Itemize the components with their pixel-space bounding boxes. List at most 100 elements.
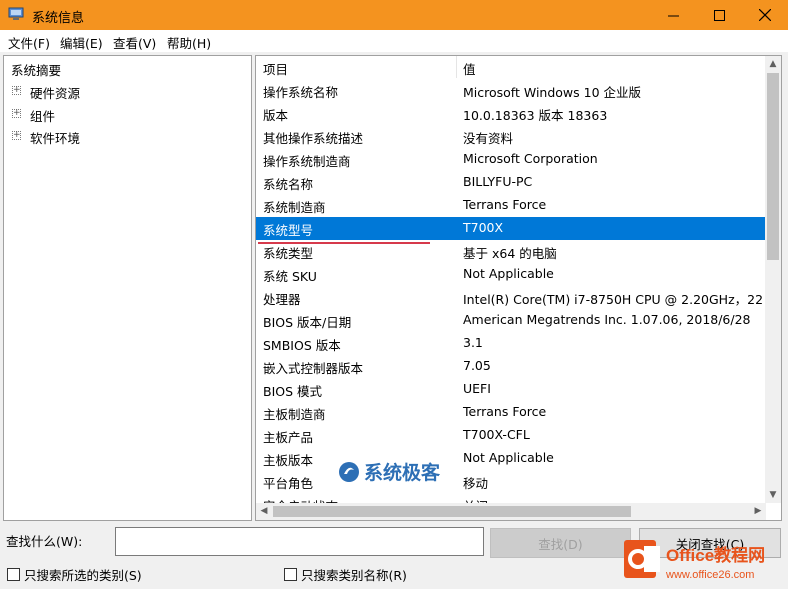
scroll-left-icon[interactable]: ◀: [256, 503, 272, 519]
title-bar: 系统信息: [0, 0, 788, 30]
watermark-brand-text: Office教程网: [666, 545, 765, 565]
table-row[interactable]: 操作系统制造商 Microsoft Corporation: [256, 148, 766, 171]
menu-bar: 文件(F) 编辑(E) 查看(V) 帮助(H): [0, 30, 788, 52]
row-item-cell: BIOS 版本/日期: [263, 315, 352, 330]
row-item-cell: 处理器: [263, 292, 301, 307]
tree-item-label: 组件: [30, 109, 56, 124]
row-item-cell: 主板版本: [263, 453, 314, 468]
row-item-cell: 系统 SKU: [263, 269, 317, 284]
only-selected-label: 只搜索所选的类别(S): [24, 568, 142, 583]
only-names-label: 只搜索类别名称(R): [301, 568, 407, 583]
row-value-cell: 10.0.18363 版本 18363: [463, 108, 608, 123]
find-input[interactable]: [115, 527, 484, 556]
row-item-cell: 版本: [263, 108, 289, 123]
table-row[interactable]: SMBIOS 版本 3.1: [256, 332, 766, 355]
row-value-cell: 基于 x64 的电脑: [463, 246, 557, 261]
category-tree[interactable]: 系统摘要 + 硬件资源 + 组件 + 软件环境: [3, 55, 252, 521]
table-row[interactable]: 主板版本 Not Applicable: [256, 447, 766, 470]
table-row[interactable]: BIOS 模式 UEFI: [256, 378, 766, 401]
expand-icon[interactable]: +: [12, 86, 21, 95]
table-row[interactable]: 主板制造商 Terrans Force: [256, 401, 766, 424]
row-item-cell: 系统型号: [263, 223, 314, 238]
only-names-checkbox[interactable]: [284, 568, 297, 581]
row-item-cell: 主板制造商: [263, 407, 326, 422]
row-item-cell: 平台角色: [263, 476, 314, 491]
scroll-down-icon[interactable]: ▼: [765, 487, 781, 503]
close-button[interactable]: [742, 0, 788, 30]
watermark-url-text: www.office26.com: [665, 569, 754, 581]
row-item-cell: 系统名称: [263, 177, 314, 192]
column-divider[interactable]: [456, 56, 457, 78]
scroll-up-icon[interactable]: ▲: [765, 56, 781, 72]
row-item-cell: SMBIOS 版本: [263, 338, 341, 353]
menu-view[interactable]: 查看(V): [113, 33, 156, 52]
row-value-cell: 3.1: [463, 335, 483, 350]
table-row[interactable]: 系统名称 BILLYFU-PC: [256, 171, 766, 194]
expand-icon[interactable]: +: [12, 109, 21, 118]
expand-icon[interactable]: +: [12, 131, 21, 140]
column-header-item[interactable]: 项目: [263, 59, 288, 78]
highlight-underline: [258, 242, 430, 244]
table-row[interactable]: 平台角色 移动: [256, 470, 766, 493]
row-item-cell: BIOS 模式: [263, 384, 323, 399]
row-value-cell: Terrans Force: [463, 197, 547, 212]
row-value-cell: T700X: [463, 220, 504, 235]
system-info-icon: [8, 7, 24, 20]
row-value-cell: 移动: [463, 476, 489, 491]
tree-item-label: 软件环境: [30, 131, 81, 146]
row-value-cell: Not Applicable: [463, 450, 554, 465]
window-title: 系统信息: [32, 11, 85, 26]
horizontal-scroll-thumb[interactable]: [273, 506, 631, 517]
row-value-cell: BILLYFU-PC: [463, 174, 533, 189]
find-label: 查找什么(W):: [6, 534, 83, 549]
watermark-logo-icon: [339, 461, 359, 482]
table-row[interactable]: 版本 10.0.18363 版本 18363: [256, 102, 766, 125]
table-row[interactable]: 其他操作系统描述 没有资料: [256, 125, 766, 148]
table-row[interactable]: 操作系统名称 Microsoft Windows 10 企业版: [256, 79, 766, 102]
table-row[interactable]: 系统型号 T700X: [256, 217, 766, 240]
row-value-cell: 7.05: [463, 358, 491, 373]
row-item-cell: 操作系统制造商: [263, 154, 351, 169]
scroll-right-icon[interactable]: ▶: [750, 503, 766, 519]
menu-file[interactable]: 文件(F): [8, 33, 50, 52]
office-watermark-logo: Office教程网 www.office26.com: [624, 540, 765, 581]
watermark-center-text: 系统极客: [364, 462, 441, 484]
minimize-button[interactable]: [650, 0, 696, 30]
menu-help[interactable]: 帮助(H): [167, 33, 211, 52]
row-item-cell: 主板产品: [263, 430, 314, 445]
row-value-cell: American Megatrends Inc. 1.07.06, 2018/6…: [463, 312, 751, 327]
maximize-button[interactable]: [696, 0, 742, 30]
row-value-cell: 没有资料: [463, 131, 514, 146]
menu-edit[interactable]: 编辑(E): [60, 33, 103, 52]
tree-item-system-summary[interactable]: 系统摘要: [11, 60, 61, 79]
only-selected-checkbox[interactable]: [7, 568, 20, 581]
row-value-cell: Microsoft Corporation: [463, 151, 598, 166]
table-row[interactable]: 嵌入式控制器版本 7.05: [256, 355, 766, 378]
row-value-cell: Intel(R) Core(TM) i7-8750H CPU @ 2.20GHz…: [463, 292, 764, 307]
row-item-cell: 系统制造商: [263, 200, 326, 215]
row-value-cell: Microsoft Windows 10 企业版: [463, 85, 642, 100]
row-item-cell: 系统类型: [263, 246, 314, 261]
row-item-cell: 操作系统名称: [263, 85, 339, 100]
only-selected-checkbox-row[interactable]: 只搜索所选的类别(S): [7, 565, 142, 584]
find-button[interactable]: 查找(D): [490, 528, 631, 558]
find-button-label: 查找(D): [538, 536, 583, 552]
watermark-center: 系统极客: [338, 458, 440, 485]
close-icon: [759, 9, 771, 21]
only-names-checkbox-row[interactable]: 只搜索类别名称(R): [284, 565, 407, 584]
horizontal-scrollbar[interactable]: ◀ ▶: [256, 503, 766, 520]
table-row[interactable]: BIOS 版本/日期 American Megatrends Inc. 1.07.…: [256, 309, 766, 332]
table-row[interactable]: 系统 SKU Not Applicable: [256, 263, 766, 286]
row-item-cell: 嵌入式控制器版本: [263, 361, 364, 376]
vertical-scroll-thumb[interactable]: [767, 73, 779, 260]
row-value-cell: T700X-CFL: [463, 427, 530, 442]
table-row[interactable]: 系统制造商 Terrans Force: [256, 194, 766, 217]
table-row[interactable]: 处理器 Intel(R) Core(TM) i7-8750H CPU @ 2.20…: [256, 286, 766, 309]
details-list[interactable]: 项目 值 操作系统名称 Microsoft Windows 10 企业版版本 10.…: [255, 55, 782, 521]
tree-item-label: 硬件资源: [30, 86, 81, 101]
column-header-value[interactable]: 值: [463, 59, 476, 78]
row-item-cell: 其他操作系统描述: [263, 131, 364, 146]
maximize-icon: [713, 9, 725, 21]
table-row[interactable]: 主板产品 T700X-CFL: [256, 424, 766, 447]
vertical-scrollbar[interactable]: ▲ ▼: [765, 56, 781, 503]
